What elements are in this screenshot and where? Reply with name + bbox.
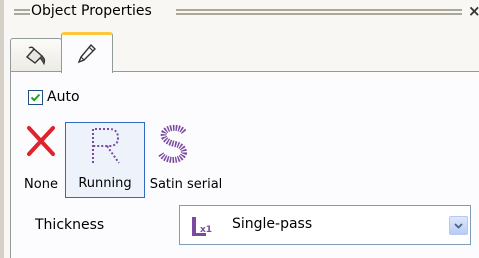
satin-s-icon — [158, 124, 188, 164]
thickness-dropdown[interactable]: x1 Single-pass — [179, 205, 471, 245]
style-running-button[interactable]: Running — [65, 122, 145, 198]
style-satin-serial-button[interactable]: Satin serial — [146, 122, 226, 198]
tab-content: Auto None Running Satin serial Thickness… — [10, 71, 479, 258]
svg-text:x1: x1 — [200, 225, 212, 235]
pen-icon — [77, 43, 96, 64]
thickness-label: Thickness — [35, 217, 105, 233]
panel-left-border — [0, 0, 4, 258]
checkmark-icon — [30, 93, 41, 102]
titlebar-grip-right — [176, 9, 462, 15]
red-x-icon — [27, 126, 55, 156]
object-properties-panel: Object Properties × Auto None Running Sa… — [0, 0, 479, 258]
chevron-down-icon — [454, 222, 463, 229]
tab-strip — [10, 30, 479, 73]
auto-label: Auto — [47, 89, 80, 105]
style-running-label: Running — [78, 176, 132, 191]
tab-fill[interactable] — [10, 38, 62, 72]
tab-outline[interactable] — [61, 32, 113, 73]
style-none-label: None — [24, 177, 58, 192]
stitch-style-group: None Running Satin serial — [24, 122, 288, 198]
dropdown-arrow-button[interactable] — [449, 216, 468, 235]
auto-checkbox[interactable] — [28, 89, 43, 105]
paint-bucket-icon — [25, 46, 46, 65]
titlebar-grip-left — [14, 9, 30, 15]
running-stitch-r-icon — [92, 128, 120, 164]
thickness-value: Single-pass — [232, 216, 313, 232]
style-none-button[interactable]: None — [20, 122, 62, 198]
panel-titlebar[interactable]: Object Properties × — [4, 0, 479, 26]
panel-title: Object Properties — [31, 3, 152, 19]
single-pass-icon: x1 — [192, 217, 212, 236]
style-satin-serial-label: Satin serial — [149, 177, 223, 192]
auto-checkbox-row[interactable]: Auto — [28, 89, 80, 105]
close-button[interactable]: × — [468, 3, 479, 19]
